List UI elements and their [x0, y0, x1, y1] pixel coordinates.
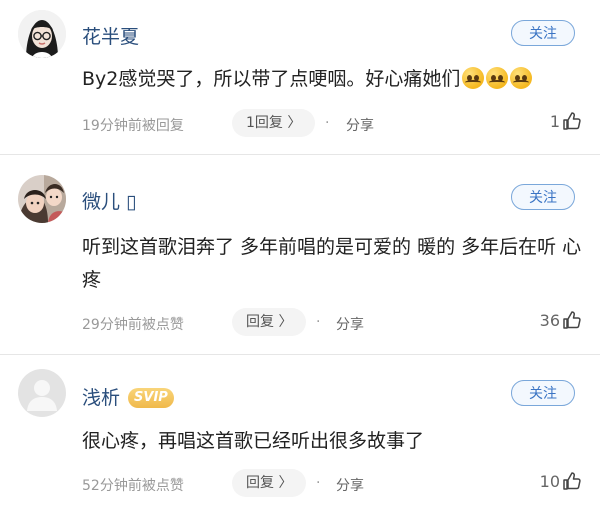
- share-button[interactable]: 分享: [336, 314, 364, 334]
- comment-text: 听到这首歌泪奔了 多年前唱的是可爱的 暖的 多年后在听 心疼: [82, 231, 587, 297]
- comment-meta: 52分钟前被点赞 回复 〉 · 分享 10: [82, 469, 582, 499]
- divider: [0, 354, 600, 355]
- like-button[interactable]: 1: [550, 111, 582, 131]
- follow-button[interactable]: 关注: [511, 380, 575, 406]
- separator-dot: ·: [325, 115, 330, 131]
- comment-text: By2感觉哭了，所以带了点哽咽。好心痛她们: [82, 63, 587, 96]
- comment-time: 29分钟前被点赞: [82, 317, 184, 333]
- username[interactable]: 花半夏: [82, 22, 139, 49]
- separator-dot: ·: [316, 475, 321, 491]
- avatar[interactable]: [18, 369, 66, 417]
- sad-emoji-icon: [462, 67, 485, 89]
- share-button[interactable]: 分享: [346, 115, 374, 135]
- username-text: 微儿 ▯: [82, 191, 137, 213]
- username-text: 浅析: [82, 387, 121, 409]
- comment-text-content: 很心疼，再唱这首歌已经听出很多故事了: [82, 430, 425, 452]
- comment-text: 很心疼，再唱这首歌已经听出很多故事了: [82, 425, 587, 458]
- avatar[interactable]: [18, 10, 66, 58]
- svip-badge: SVIP: [128, 388, 174, 408]
- separator-dot: ·: [316, 314, 321, 330]
- follow-button[interactable]: 关注: [511, 184, 575, 210]
- comment-meta: 19分钟前被回复 1回复 〉 · 分享 1: [82, 109, 582, 139]
- like-count: 10: [539, 472, 560, 491]
- username[interactable]: 微儿 ▯: [82, 187, 137, 214]
- girl-with-glasses-avatar-icon: [18, 10, 66, 58]
- comment-text-content: By2感觉哭了，所以带了点哽咽。好心痛她们: [82, 68, 461, 90]
- follow-button[interactable]: 关注: [511, 20, 575, 46]
- share-button[interactable]: 分享: [336, 475, 364, 495]
- comment-text-content: 听到这首歌泪奔了 多年前唱的是可爱的 暖的 多年后在听 心疼: [82, 236, 582, 291]
- reply-button[interactable]: 1回复 〉: [232, 109, 316, 137]
- reply-button[interactable]: 回复 〉: [232, 308, 307, 336]
- comment-time: 52分钟前被点赞: [82, 478, 184, 494]
- family-photo-avatar-icon: [18, 175, 66, 223]
- reply-button[interactable]: 回复 〉: [232, 469, 307, 497]
- thumbs-up-icon: [563, 311, 581, 329]
- username-text: 花半夏: [82, 26, 140, 48]
- like-count: 1: [549, 112, 560, 131]
- thumbs-up-icon: [563, 112, 581, 130]
- sad-emoji-icon: [486, 67, 509, 89]
- avatar[interactable]: [18, 175, 66, 223]
- comment-meta: 29分钟前被点赞 回复 〉 · 分享 36: [82, 308, 582, 338]
- like-count: 36: [539, 311, 560, 330]
- divider: [0, 154, 600, 155]
- thumbs-up-icon: [563, 472, 581, 490]
- username[interactable]: 浅析 SVIP: [82, 383, 174, 410]
- like-button[interactable]: 10: [540, 471, 582, 491]
- sad-emoji-icon: [510, 67, 533, 89]
- comment-time: 19分钟前被回复: [82, 118, 184, 134]
- default-user-avatar-icon: [18, 369, 66, 417]
- like-button[interactable]: 36: [540, 310, 582, 330]
